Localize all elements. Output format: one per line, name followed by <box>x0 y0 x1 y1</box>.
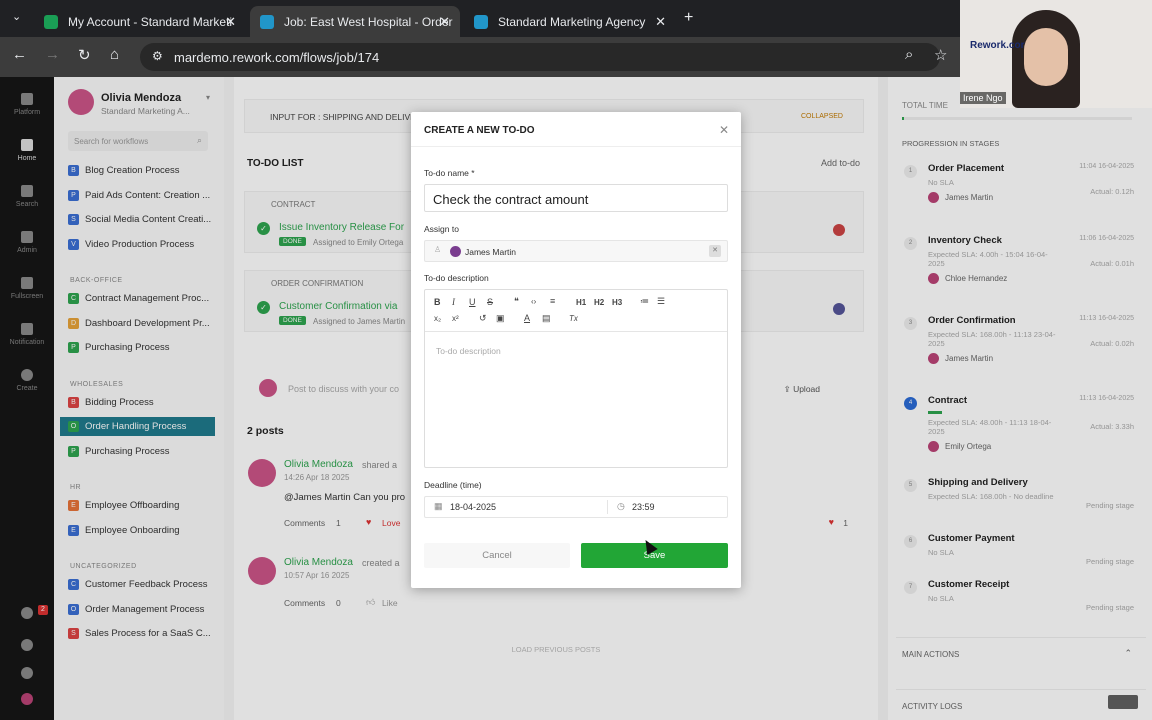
url-field[interactable]: ⚙ mardemo.rework.com/flows/job/174 <box>140 43 940 71</box>
rework-favicon-icon <box>44 14 58 29</box>
bookmark-star-icon[interactable]: ☆ <box>934 46 947 64</box>
forward-icon[interactable]: → <box>45 46 60 63</box>
clear-format-icon[interactable]: Tx <box>569 314 578 323</box>
todo-name-input[interactable]: Check the contract amount <box>424 184 728 212</box>
site-info-icon[interactable]: ⚙ <box>152 49 163 63</box>
deadline-time-input[interactable]: 23:59 <box>632 502 655 512</box>
tab-job-east-west[interactable]: Job: East West Hospital - Order ✕ <box>250 6 460 37</box>
calendar-icon: ▦ <box>434 501 443 511</box>
heading3-icon[interactable]: H3 <box>612 298 622 307</box>
strikethrough-icon[interactable]: S <box>487 297 493 307</box>
ordered-list-icon[interactable]: ≔ <box>640 296 649 307</box>
deadline-label: Deadline (time) <box>424 480 482 490</box>
tab-my-account[interactable]: My Account - Standard Marketi ✕ <box>34 6 246 37</box>
tab-title: Standard Marketing Agency <box>498 14 646 29</box>
zoom-icon[interactable]: ⌕ <box>905 46 913 63</box>
deadline-field: ▦ 18-04-2025 ◷ 23:59 <box>424 496 728 518</box>
home-icon[interactable]: ⌂ <box>110 46 119 63</box>
create-todo-modal: CREATE A NEW TO-DO ✕ To-do name * Check … <box>411 112 741 588</box>
underline-icon[interactable]: U <box>469 297 476 307</box>
subscript-icon[interactable]: x₂ <box>434 314 441 323</box>
code-icon[interactable]: ‹› <box>531 297 536 306</box>
close-icon[interactable]: ✕ <box>225 14 236 30</box>
description-editor: B I U S ❝ ‹› ≡ H1 H2 H3 ≔ ☰ x₂ x² ↺ ▣ A … <box>424 289 728 468</box>
tab-standard-marketing[interactable]: Standard Marketing Agency ✕ <box>464 6 676 37</box>
description-label: To-do description <box>424 273 489 283</box>
tab-title: My Account - Standard Marketi <box>68 14 233 29</box>
cancel-button[interactable]: Cancel <box>424 543 570 568</box>
modal-title: CREATE A NEW TO-DO <box>424 125 535 136</box>
todo-name-label: To-do name * <box>424 168 475 178</box>
back-icon[interactable]: ← <box>12 46 27 63</box>
close-icon[interactable]: ✕ <box>719 123 729 137</box>
assignee-name: James Martin <box>465 247 517 257</box>
presenter-name: Irene Ngo <box>960 92 1006 104</box>
divider <box>607 500 608 514</box>
deadline-date-input[interactable]: 18-04-2025 <box>450 502 496 512</box>
new-tab-icon[interactable]: + <box>684 9 693 27</box>
background-color-icon[interactable]: ▤ <box>542 313 551 324</box>
bullet-list-icon[interactable]: ☰ <box>657 296 665 307</box>
italic-icon[interactable]: I <box>452 297 455 307</box>
text-color-icon[interactable]: A <box>524 313 530 323</box>
undo-icon[interactable]: ↺ <box>479 313 487 324</box>
rework-logo: Rework.cor <box>970 40 1025 51</box>
presenter-camera: Rework.cor Irene Ngo <box>960 0 1152 108</box>
tab-title: Job: East West Hospital - Order <box>284 14 453 29</box>
reload-icon[interactable]: ↻ <box>78 46 91 64</box>
clear-assignee-icon[interactable]: ✕ <box>709 245 721 257</box>
video-controls-icon[interactable] <box>1108 695 1138 709</box>
heading1-icon[interactable]: H1 <box>576 298 586 307</box>
rework-favicon-icon <box>474 14 488 29</box>
rework-favicon-icon <box>260 14 274 29</box>
close-icon[interactable]: ✕ <box>439 14 450 30</box>
presenter-face <box>1024 28 1068 86</box>
tab-search-icon[interactable]: ⌄ <box>12 10 21 23</box>
page-viewport: Platform Home Search Admin Fullscreen No… <box>0 77 1152 720</box>
image-icon[interactable]: ▣ <box>496 313 505 324</box>
align-icon[interactable]: ≡ <box>550 296 555 306</box>
user-icon: ♙ <box>434 245 442 254</box>
description-input[interactable]: To-do description <box>436 346 501 356</box>
assign-to-label: Assign to <box>424 224 459 234</box>
url-text: mardemo.rework.com/flows/job/174 <box>174 49 380 65</box>
editor-toolbar: B I U S ❝ ‹› ≡ H1 H2 H3 ≔ ☰ x₂ x² ↺ ▣ A … <box>425 290 727 332</box>
blockquote-icon[interactable]: ❝ <box>514 296 519 307</box>
superscript-icon[interactable]: x² <box>452 314 459 323</box>
avatar <box>450 246 461 257</box>
close-icon[interactable]: ✕ <box>655 14 666 30</box>
clock-icon: ◷ <box>617 501 625 511</box>
heading2-icon[interactable]: H2 <box>594 298 604 307</box>
bold-icon[interactable]: B <box>434 297 441 307</box>
divider <box>411 146 741 147</box>
assignee-select[interactable]: ♙ James Martin ✕ <box>424 240 728 262</box>
